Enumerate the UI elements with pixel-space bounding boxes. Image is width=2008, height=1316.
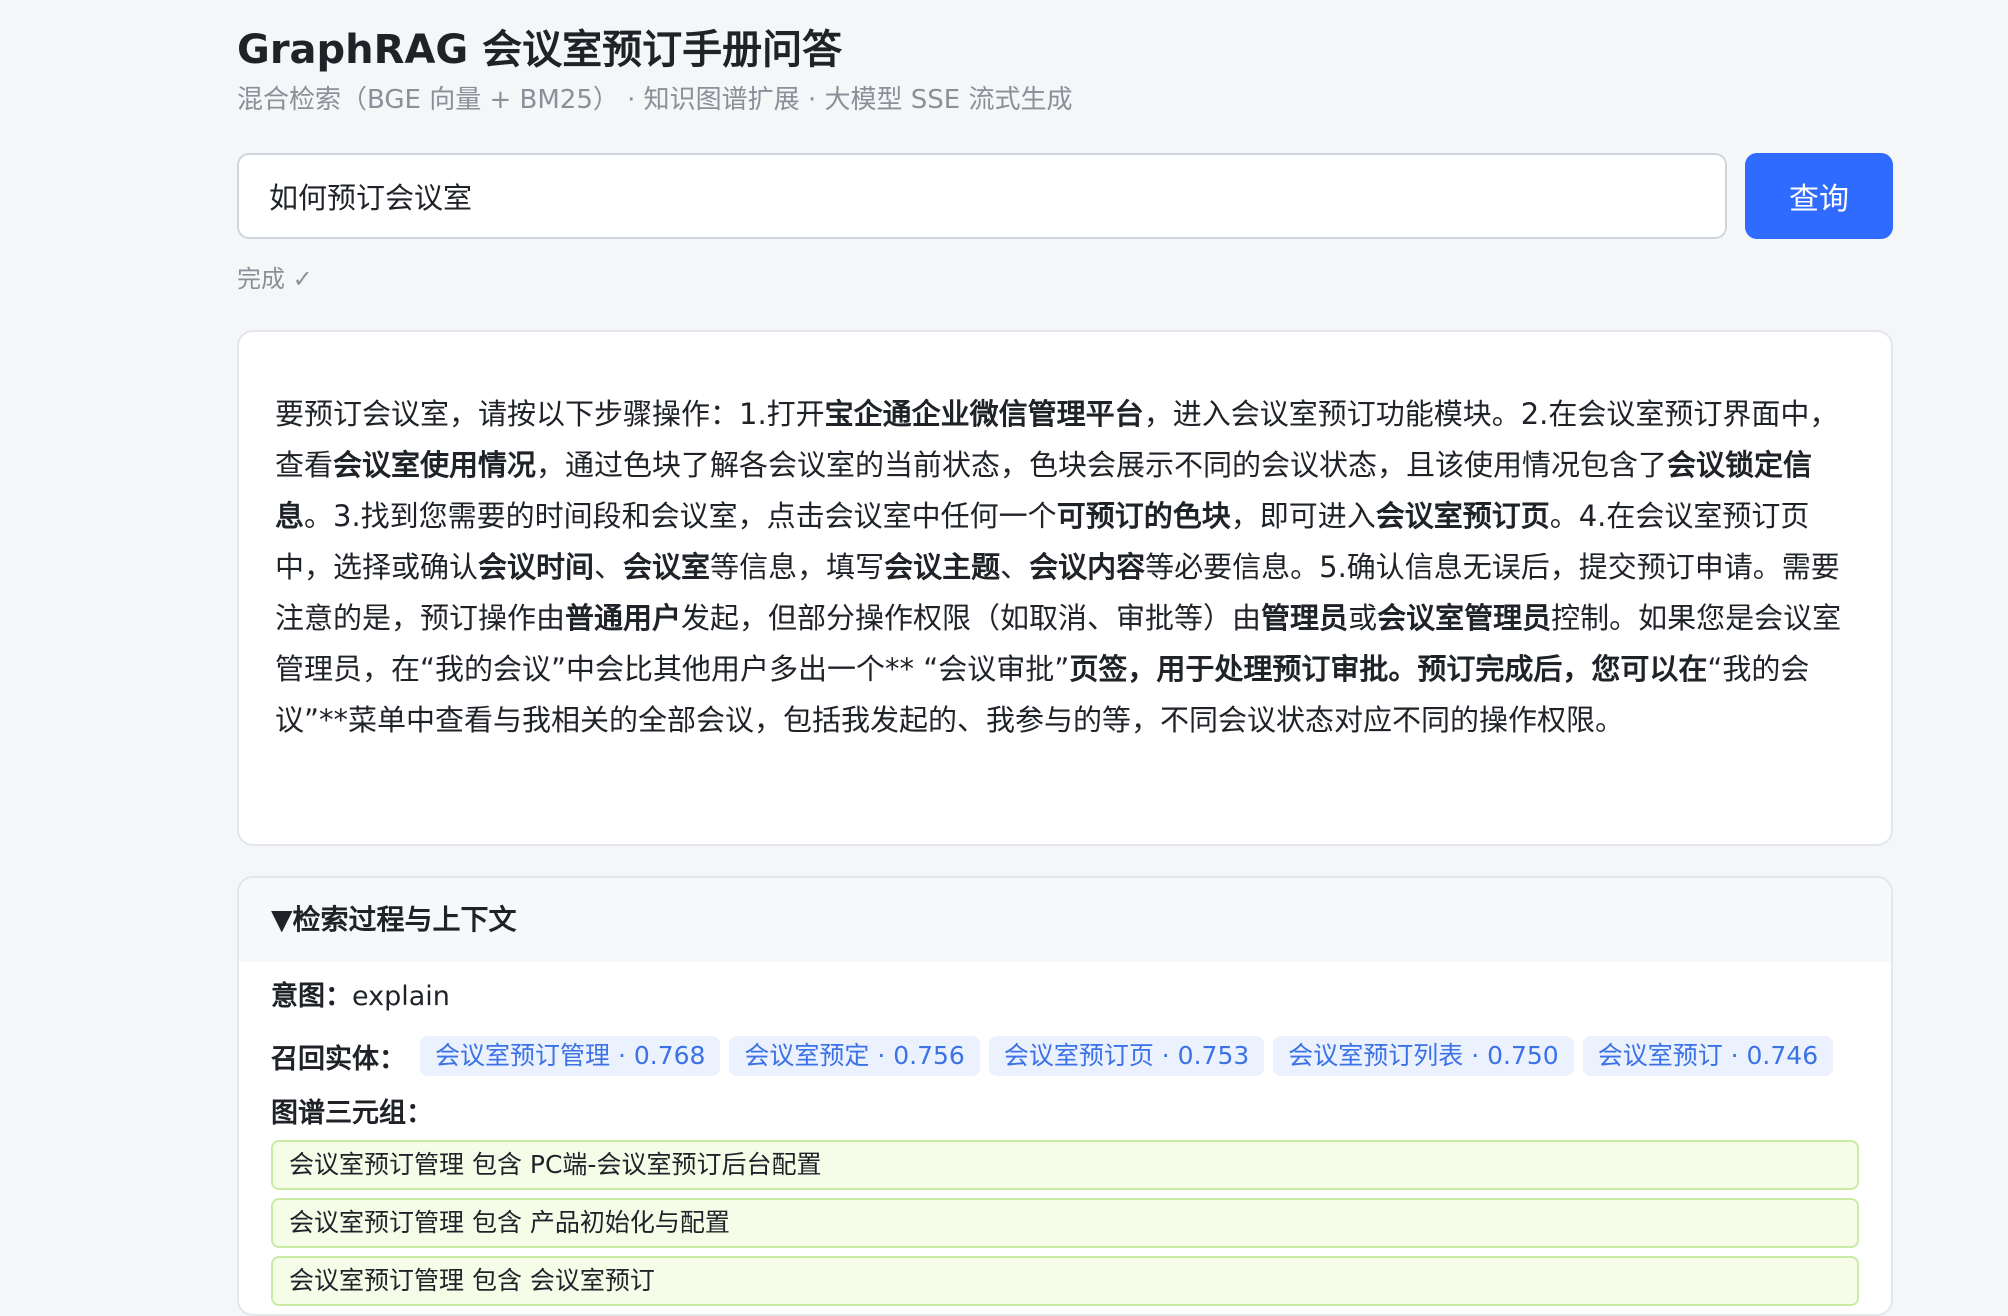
- answer-segment: 、: [1000, 550, 1030, 584]
- entity-chip: 会议室预定 · 0.756: [729, 1036, 980, 1076]
- answer-highlight: 会议室使用情况: [333, 448, 537, 482]
- intent-value: explain: [352, 981, 450, 1012]
- entity-chip: 会议室预订列表 · 0.750: [1273, 1036, 1574, 1076]
- retrieval-details: ▼检索过程与上下文 意图：explain 召回实体： 会议室预订管理 · 0.7…: [237, 876, 1893, 1316]
- status-text: 完成 ✓: [237, 265, 313, 293]
- answer-segment: ，通过色块了解各会议室的当前状态，色块会展示不同的会议状态，且该使用情况包含了: [536, 448, 1668, 482]
- answer-highlight: 管理员: [1261, 601, 1349, 635]
- answer-segment: 发起，但部分操作权限（如取消、审批等）由: [681, 601, 1262, 635]
- answer-highlight: 会议室预订页: [1375, 499, 1550, 533]
- answer-highlight: 会议内容: [1029, 550, 1146, 584]
- page-subtitle: 混合检索（BGE 向量 + BM25） · 知识图谱扩展 · 大模型 SSE 流…: [237, 85, 1073, 115]
- retrieval-details-body: 意图：explain 召回实体： 会议室预订管理 · 0.768 会议室预定 ·…: [239, 974, 1891, 1306]
- answer-segment: 。3.找到您需要的时间段和会议室，点击会议室中任何一个: [304, 499, 1057, 533]
- intent-label: 意图：: [271, 981, 352, 1012]
- retrieval-details-toggle[interactable]: ▼检索过程与上下文: [239, 878, 1891, 962]
- query-button[interactable]: 查询: [1745, 153, 1893, 239]
- answer-text: 要预订会议室，请按以下步骤操作：1.打开宝企通企业微信管理平台，进入会议室预订功…: [275, 389, 1857, 746]
- entity-chip: 会议室预订 · 0.746: [1582, 1036, 1834, 1076]
- answer-segment: 、: [594, 550, 624, 584]
- entity-chip: 会议室预订管理 · 0.768: [420, 1036, 721, 1076]
- answer-highlight: 会议室管理员: [1377, 601, 1552, 635]
- answer-highlight: 会议时间: [478, 550, 595, 584]
- intent-row: 意图：explain: [271, 974, 1859, 1020]
- answer-highlight: 可预订的色块: [1056, 499, 1231, 533]
- triple-item: 会议室预订管理 包含 会议室预订: [271, 1256, 1859, 1306]
- answer-segment: 等信息，填写: [710, 550, 885, 584]
- answer-segment: 或: [1348, 601, 1378, 635]
- answer-segment: ，即可进入: [1230, 499, 1376, 533]
- answer-highlight: 会议室: [623, 550, 711, 584]
- answer-segment: 要预订会议室，请按以下步骤操作：1.打开: [275, 397, 825, 431]
- page-title: GraphRAG 会议室预订手册问答: [237, 27, 843, 73]
- entities-label: 召回实体：: [271, 1043, 406, 1075]
- search-input[interactable]: [237, 153, 1727, 239]
- search-bar: 查询: [237, 153, 1893, 239]
- entities-row: 召回实体： 会议室预订管理 · 0.768 会议室预定 · 0.756 会议室预…: [271, 1034, 1859, 1078]
- answer-highlight: 页签，用于处理预订审批。预订完成后，您可以在: [1069, 652, 1708, 686]
- triple-item: 会议室预订管理 包含 产品初始化与配置: [271, 1198, 1859, 1248]
- answer-highlight: 宝企通企业微信管理平台: [824, 397, 1144, 431]
- triples-label: 图谱三元组：: [271, 1098, 433, 1129]
- answer-highlight: 普通用户: [565, 601, 682, 635]
- answer-card: 要预订会议室，请按以下步骤操作：1.打开宝企通企业微信管理平台，进入会议室预订功…: [237, 330, 1893, 846]
- answer-highlight: 会议主题: [884, 550, 1001, 584]
- entity-chip: 会议室预订页 · 0.753: [988, 1036, 1265, 1076]
- triple-item: 会议室预订管理 包含 PC端-会议室预订后台配置: [271, 1140, 1859, 1190]
